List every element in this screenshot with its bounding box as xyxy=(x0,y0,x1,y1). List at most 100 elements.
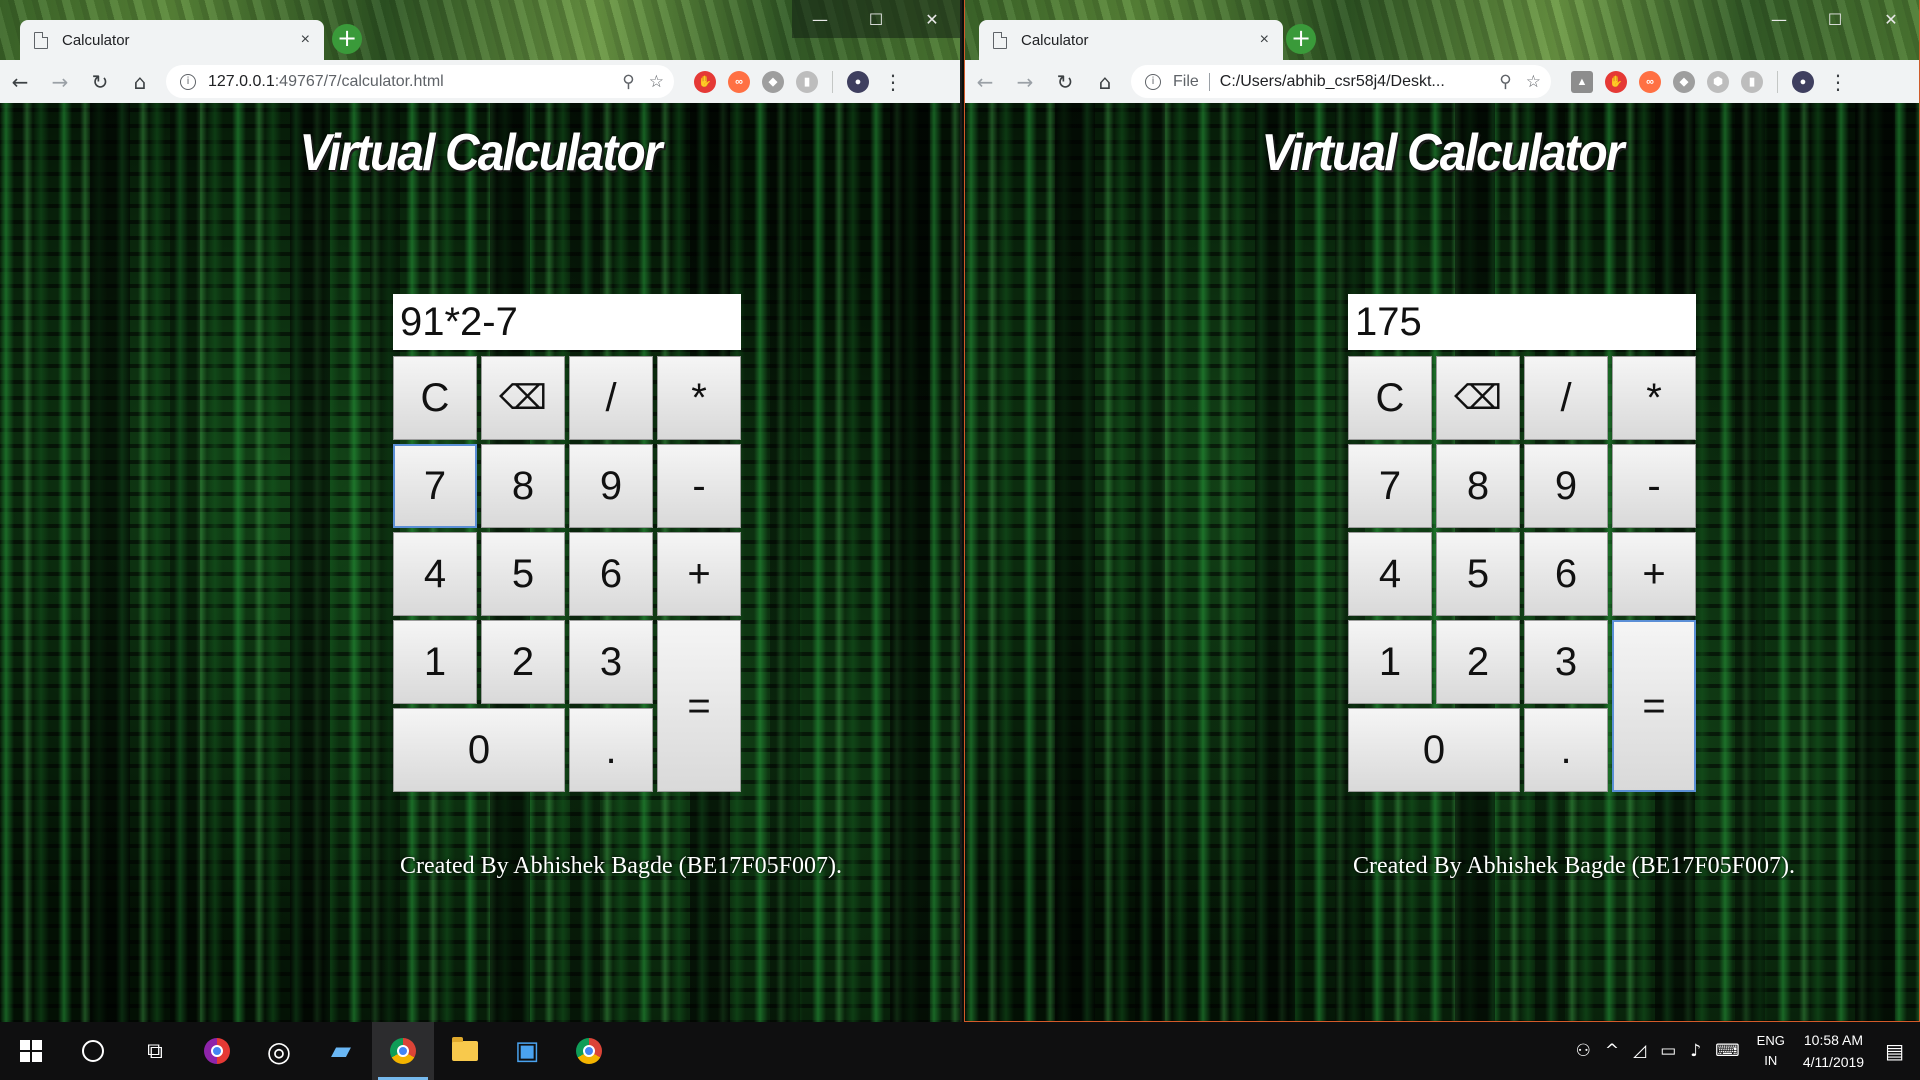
reload-icon[interactable]: ↻ xyxy=(1045,64,1085,100)
extension-infinity-icon[interactable]: ∞ xyxy=(1639,70,1661,93)
show-hidden-icons-icon[interactable]: ^ xyxy=(1605,1041,1619,1061)
url-text[interactable]: 127.0.0.1:49767/7/calculator.html xyxy=(208,73,608,91)
extension-red-hand-icon[interactable]: ✋ xyxy=(1605,70,1627,93)
maximize-button[interactable]: ☐ xyxy=(1807,0,1863,38)
minimize-button[interactable]: — xyxy=(792,0,848,38)
battery-icon[interactable]: ▭ xyxy=(1660,1041,1676,1061)
system-clock[interactable]: 10:58 AM 4/11/2019 xyxy=(1803,1029,1864,1073)
plus-button[interactable]: + xyxy=(657,532,741,616)
browser-tab[interactable]: Calculator × xyxy=(979,20,1283,60)
close-window-button[interactable]: ✕ xyxy=(904,0,960,38)
menu-icon[interactable]: ⋮ xyxy=(1828,70,1848,94)
keyboard-icon[interactable]: ⌨ xyxy=(1715,1041,1740,1061)
forward-icon[interactable]: → xyxy=(40,64,80,100)
zoom-icon[interactable]: ⚲ xyxy=(622,72,634,92)
home-icon[interactable]: ⌂ xyxy=(1085,64,1125,100)
cortana-search-button[interactable] xyxy=(62,1022,124,1080)
taskbar-app-browser-red[interactable] xyxy=(186,1022,248,1080)
extension-shield-icon[interactable]: ◆ xyxy=(1673,70,1695,93)
new-tab-button[interactable]: + xyxy=(1286,24,1316,54)
tab-close-icon[interactable]: × xyxy=(1260,31,1269,49)
reload-icon[interactable]: ↻ xyxy=(80,64,120,100)
digit-7-button[interactable]: 7 xyxy=(393,444,477,528)
extension-bottle-icon[interactable]: ▮ xyxy=(1741,70,1763,93)
taskbar-app-file-explorer[interactable] xyxy=(434,1022,496,1080)
calculator-display[interactable]: 175 xyxy=(1348,294,1696,350)
menu-icon[interactable]: ⋮ xyxy=(883,70,903,94)
divide-button[interactable]: / xyxy=(1524,356,1608,440)
taskbar-app-editor[interactable]: ▣ xyxy=(496,1022,558,1080)
digit-4-button[interactable]: 4 xyxy=(1348,532,1432,616)
bookmark-star-icon[interactable]: ☆ xyxy=(1526,72,1541,92)
extension-hexagon-icon[interactable]: ⬢ xyxy=(1707,70,1729,93)
minus-button[interactable]: - xyxy=(657,444,741,528)
digit-3-button[interactable]: 3 xyxy=(569,620,653,704)
digit-1-button[interactable]: 1 xyxy=(1348,620,1432,704)
digit-2-button[interactable]: 2 xyxy=(1436,620,1520,704)
address-bar[interactable]: i 127.0.0.1:49767/7/calculator.html ⚲ ☆ xyxy=(166,65,674,98)
url-text[interactable]: C:/Users/abhib_csr58j4/Deskt... xyxy=(1220,73,1486,91)
clear-button[interactable]: C xyxy=(1348,356,1432,440)
bookmark-star-icon[interactable]: ☆ xyxy=(649,72,664,92)
clear-button[interactable]: C xyxy=(393,356,477,440)
minimize-button[interactable]: — xyxy=(1751,0,1807,38)
digit-4-button[interactable]: 4 xyxy=(393,532,477,616)
digit-0-button[interactable]: 0 xyxy=(1348,708,1520,792)
digit-6-button[interactable]: 6 xyxy=(1524,532,1608,616)
equals-button[interactable]: = xyxy=(657,620,741,792)
close-window-button[interactable]: ✕ xyxy=(1863,0,1919,38)
digit-8-button[interactable]: 8 xyxy=(481,444,565,528)
backspace-button[interactable]: ⌫ xyxy=(481,356,565,440)
new-tab-button[interactable]: + xyxy=(332,24,362,54)
digit-3-button[interactable]: 3 xyxy=(1524,620,1608,704)
digit-9-button[interactable]: 9 xyxy=(569,444,653,528)
digit-1-button[interactable]: 1 xyxy=(393,620,477,704)
equals-button[interactable]: = xyxy=(1612,620,1696,792)
multiply-button[interactable]: * xyxy=(657,356,741,440)
digit-7-button[interactable]: 7 xyxy=(1348,444,1432,528)
backspace-button[interactable]: ⌫ xyxy=(1436,356,1520,440)
maximize-button[interactable]: ☐ xyxy=(848,0,904,38)
profile-avatar-icon[interactable]: ● xyxy=(1792,70,1814,93)
digit-6-button[interactable]: 6 xyxy=(569,532,653,616)
digit-0-button[interactable]: 0 xyxy=(393,708,565,792)
input-language[interactable]: ENG IN xyxy=(1757,1031,1785,1071)
multiply-button[interactable]: * xyxy=(1612,356,1696,440)
forward-icon[interactable]: → xyxy=(1005,64,1045,100)
people-icon[interactable]: ⚇ xyxy=(1576,1041,1591,1061)
decimal-button[interactable]: . xyxy=(1524,708,1608,792)
digit-2-button[interactable]: 2 xyxy=(481,620,565,704)
calculator-display[interactable]: 91*2-7 xyxy=(393,294,741,350)
volume-icon[interactable]: ♪ xyxy=(1690,1041,1701,1061)
address-bar[interactable]: i File C:/Users/abhib_csr58j4/Deskt... ⚲… xyxy=(1131,65,1551,98)
network-icon[interactable]: ◿ xyxy=(1633,1041,1646,1061)
tab-close-icon[interactable]: × xyxy=(301,31,310,49)
digit-5-button[interactable]: 5 xyxy=(1436,532,1520,616)
taskbar-app-device[interactable]: ▰ xyxy=(310,1022,372,1080)
profile-avatar-icon[interactable]: ● xyxy=(847,70,869,93)
zoom-icon[interactable]: ⚲ xyxy=(1499,72,1511,92)
extension-infinity-icon[interactable]: ∞ xyxy=(728,70,750,93)
browser-tab[interactable]: Calculator × xyxy=(20,20,324,60)
extension-shield-icon[interactable]: ◆ xyxy=(762,70,784,93)
start-button[interactable] xyxy=(0,1022,62,1080)
taskbar-app-chrome[interactable] xyxy=(372,1022,434,1080)
action-center-icon[interactable]: ▤ xyxy=(1885,1039,1904,1063)
back-icon[interactable]: ← xyxy=(0,64,40,100)
minus-button[interactable]: - xyxy=(1612,444,1696,528)
extension-bottle-icon[interactable]: ▮ xyxy=(796,70,818,93)
decimal-button[interactable]: . xyxy=(569,708,653,792)
plus-button[interactable]: + xyxy=(1612,532,1696,616)
taskbar-app-chrome-2[interactable] xyxy=(558,1022,620,1080)
taskbar-app-target[interactable]: ◎ xyxy=(248,1022,310,1080)
info-icon[interactable]: i xyxy=(180,73,196,90)
digit-9-button[interactable]: 9 xyxy=(1524,444,1608,528)
digit-5-button[interactable]: 5 xyxy=(481,532,565,616)
extension-pdf-icon[interactable]: ▲ xyxy=(1571,70,1593,93)
extension-red-hand-icon[interactable]: ✋ xyxy=(694,70,716,93)
home-icon[interactable]: ⌂ xyxy=(120,64,160,100)
digit-8-button[interactable]: 8 xyxy=(1436,444,1520,528)
info-icon[interactable]: i xyxy=(1145,73,1161,90)
divide-button[interactable]: / xyxy=(569,356,653,440)
task-view-button[interactable]: ⧉ xyxy=(124,1022,186,1080)
